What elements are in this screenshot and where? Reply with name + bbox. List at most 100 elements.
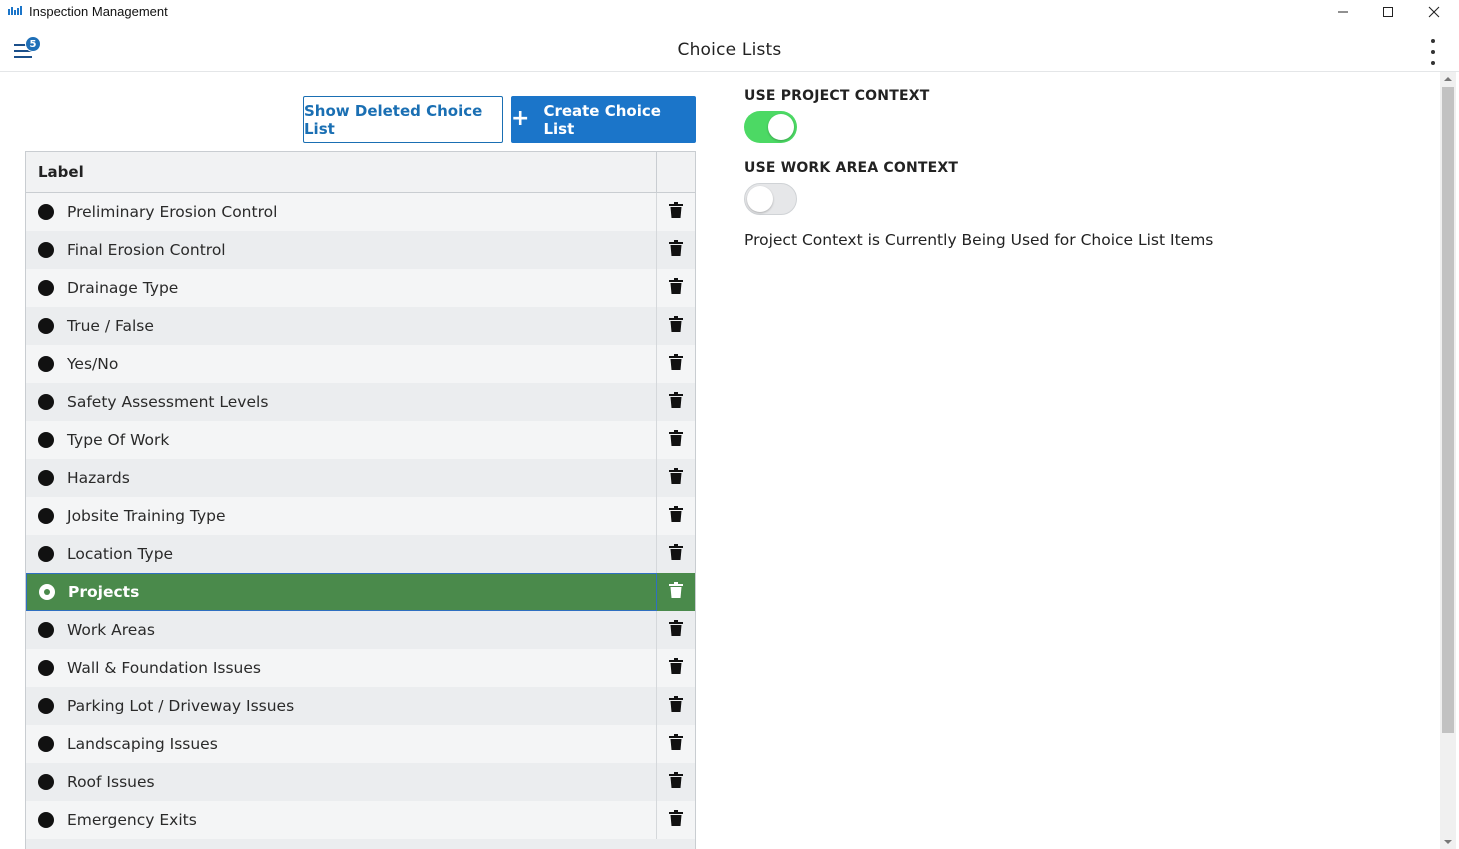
- table-row[interactable]: True / False: [26, 307, 695, 345]
- label-column-header[interactable]: Label: [26, 152, 657, 192]
- table-row[interactable]: Safety Assessment Levels: [26, 383, 695, 421]
- bullet-icon: [38, 470, 54, 486]
- table-row[interactable]: Preliminary Erosion Control: [26, 193, 695, 231]
- project-context-label: USE PROJECT CONTEXT: [744, 88, 930, 104]
- maximize-icon: [1383, 7, 1393, 17]
- row-label-cell[interactable]: Emergency Exits: [26, 801, 657, 839]
- trash-icon: [669, 734, 683, 754]
- delete-row-button[interactable]: [657, 459, 695, 497]
- row-label-cell[interactable]: Type Of Work: [26, 421, 657, 459]
- delete-row-button[interactable]: [657, 193, 695, 231]
- delete-row-button[interactable]: [657, 383, 695, 421]
- table-row[interactable]: Work Areas: [26, 611, 695, 649]
- scrollbar-thumb[interactable]: [1442, 87, 1454, 733]
- trash-icon: [669, 696, 683, 716]
- create-choice-list-button[interactable]: + Create Choice List: [511, 96, 696, 143]
- delete-row-button[interactable]: [657, 611, 695, 649]
- delete-row-button[interactable]: [657, 497, 695, 535]
- delete-row-button[interactable]: [657, 649, 695, 687]
- row-label-cell[interactable]: Roof Issues: [26, 763, 657, 801]
- row-label: True / False: [67, 317, 154, 335]
- window-title: Inspection Management: [29, 4, 168, 19]
- context-status-text: Project Context is Currently Being Used …: [744, 231, 1214, 249]
- vertical-scrollbar[interactable]: [1440, 72, 1456, 849]
- table-row[interactable]: Type Of Work: [26, 421, 695, 459]
- table-row[interactable]: Emergency Exits: [26, 801, 695, 839]
- table-row[interactable]: Yes/No: [26, 345, 695, 383]
- trash-icon: [669, 582, 683, 602]
- row-label-cell[interactable]: Landscaping Issues: [26, 725, 657, 763]
- row-label-cell[interactable]: Parking Lot / Driveway Issues: [26, 687, 657, 725]
- delete-row-button[interactable]: [657, 573, 695, 611]
- trash-icon: [669, 468, 683, 488]
- row-label: Work Areas: [67, 621, 155, 639]
- table-row[interactable]: Drainage Type: [26, 269, 695, 307]
- more-options-button[interactable]: [1425, 39, 1441, 65]
- maximize-button[interactable]: [1365, 0, 1411, 24]
- row-label: Parking Lot / Driveway Issues: [67, 697, 295, 715]
- row-label-cell[interactable]: Jobsite Training Type: [26, 497, 657, 535]
- delete-row-button[interactable]: [657, 345, 695, 383]
- delete-row-button[interactable]: [657, 725, 695, 763]
- radio-selected-icon: [39, 584, 55, 600]
- row-label-cell[interactable]: Safety Assessment Levels: [26, 383, 657, 421]
- table-row[interactable]: Final Erosion Control: [26, 231, 695, 269]
- table-row[interactable]: Hazards: [26, 459, 695, 497]
- scroll-up-button[interactable]: [1440, 72, 1456, 86]
- kebab-dot-icon: [1431, 39, 1435, 43]
- table-row[interactable]: Landscaping Issues: [26, 725, 695, 763]
- plus-icon: +: [511, 105, 530, 131]
- row-label: Wall & Foundation Issues: [67, 659, 261, 677]
- table-row[interactable]: Location Type: [26, 535, 695, 573]
- choice-list-table: Label Preliminary Erosion Control Final E…: [25, 151, 696, 849]
- row-label-cell[interactable]: Preliminary Erosion Control: [26, 193, 657, 231]
- delete-row-button[interactable]: [657, 421, 695, 459]
- delete-row-button[interactable]: [657, 231, 695, 269]
- bullet-icon: [38, 698, 54, 714]
- row-label-cell[interactable]: True / False: [26, 307, 657, 345]
- delete-row-button[interactable]: [657, 269, 695, 307]
- row-label-cell[interactable]: Final Erosion Control: [26, 231, 657, 269]
- delete-row-button[interactable]: [657, 535, 695, 573]
- table-row[interactable]: Jobsite Training Type: [26, 497, 695, 535]
- bullet-icon: [38, 546, 54, 562]
- project-context-toggle[interactable]: [744, 111, 797, 143]
- trash-icon: [669, 620, 683, 640]
- bullet-icon: [38, 812, 54, 828]
- row-label-cell[interactable]: Hazards: [26, 459, 657, 497]
- row-label-cell[interactable]: Drainage Type: [26, 269, 657, 307]
- kebab-dot-icon: [1431, 50, 1435, 54]
- delete-row-button[interactable]: [657, 801, 695, 839]
- delete-row-button[interactable]: [657, 763, 695, 801]
- trash-icon: [669, 506, 683, 526]
- row-label-cell[interactable]: Location Type: [26, 535, 657, 573]
- delete-row-button[interactable]: [657, 307, 695, 345]
- close-window-button[interactable]: [1411, 0, 1457, 24]
- row-label-cell[interactable]: Work Areas: [26, 611, 657, 649]
- delete-row-button[interactable]: [657, 687, 695, 725]
- scroll-down-button[interactable]: [1440, 835, 1456, 849]
- row-label: Type Of Work: [67, 431, 170, 449]
- trash-icon: [669, 658, 683, 678]
- work-area-context-toggle[interactable]: [744, 183, 797, 215]
- table-row[interactable]: Roof Issues: [26, 763, 695, 801]
- table-row-partial: [26, 839, 695, 849]
- row-label: Location Type: [67, 545, 174, 563]
- table-row[interactable]: Wall & Foundation Issues: [26, 649, 695, 687]
- table-row[interactable]: Projects: [26, 573, 695, 611]
- row-label-cell[interactable]: Yes/No: [26, 345, 657, 383]
- minimize-icon: [1338, 11, 1348, 13]
- row-label: Hazards: [67, 469, 130, 487]
- row-label: Roof Issues: [67, 773, 155, 791]
- row-label: Yes/No: [67, 355, 119, 373]
- caret-down-icon: [1444, 840, 1452, 844]
- row-label-cell[interactable]: Projects: [26, 573, 657, 611]
- minimize-button[interactable]: [1320, 0, 1366, 24]
- row-label: Final Erosion Control: [67, 241, 226, 259]
- show-deleted-choice-list-button[interactable]: Show Deleted Choice List: [303, 96, 503, 143]
- page-title: Choice Lists: [677, 40, 782, 60]
- row-label-cell[interactable]: Wall & Foundation Issues: [26, 649, 657, 687]
- trash-icon: [669, 810, 683, 830]
- app-header: 5 Choice Lists: [0, 24, 1459, 72]
- table-row[interactable]: Parking Lot / Driveway Issues: [26, 687, 695, 725]
